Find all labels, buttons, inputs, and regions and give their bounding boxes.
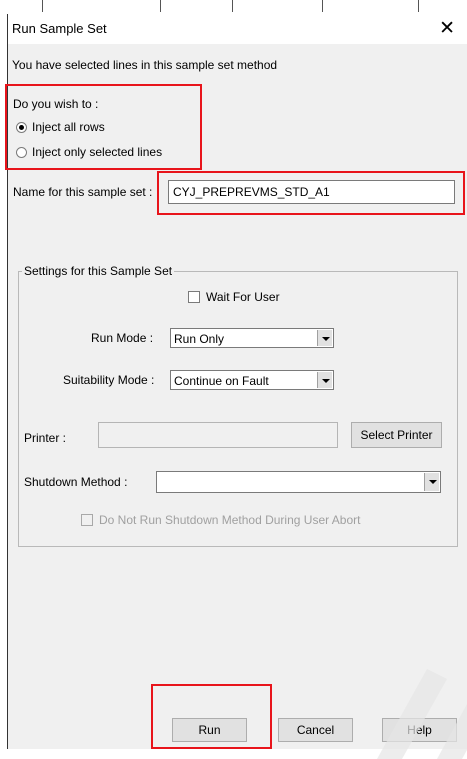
printer-label: Printer :	[24, 431, 67, 445]
wait-for-user-checkbox[interactable]	[188, 291, 200, 303]
help-button[interactable]: Help	[382, 718, 457, 742]
intro-text: You have selected lines in this sample s…	[12, 58, 278, 72]
background-ruler	[0, 0, 467, 14]
ruler-tick	[160, 0, 161, 12]
close-icon[interactable]: ✕	[439, 17, 455, 39]
shutdown-method-label: Shutdown Method :	[24, 475, 128, 489]
no-shutdown-on-abort-label: Do Not Run Shutdown Method During User A…	[99, 513, 361, 527]
suitability-mode-label: Suitability Mode :	[63, 373, 155, 387]
suitability-mode-value: Continue on Fault	[174, 374, 269, 388]
inject-question: Do you wish to :	[13, 97, 99, 111]
dropdown-arrow-icon[interactable]	[424, 473, 439, 491]
printer-field	[98, 422, 338, 448]
dropdown-arrow-icon[interactable]	[317, 372, 332, 388]
run-mode-select[interactable]: Run Only	[170, 328, 334, 348]
settings-group	[18, 271, 458, 547]
run-mode-label: Run Mode :	[91, 331, 154, 345]
select-printer-button[interactable]: Select Printer	[351, 422, 442, 448]
cancel-button[interactable]: Cancel	[278, 718, 353, 742]
shutdown-method-select[interactable]	[156, 471, 441, 493]
inject-all-rows-label[interactable]: Inject all rows	[32, 120, 105, 134]
ruler-tick	[42, 0, 43, 12]
ruler-tick	[322, 0, 323, 12]
inject-selected-lines-label[interactable]: Inject only selected lines	[32, 145, 162, 159]
suitability-mode-select[interactable]: Continue on Fault	[170, 370, 334, 390]
dialog-title: Run Sample Set	[12, 21, 107, 36]
inject-selected-lines-radio[interactable]	[16, 147, 27, 158]
wait-for-user-label[interactable]: Wait For User	[206, 290, 280, 304]
no-shutdown-on-abort-checkbox	[81, 514, 93, 526]
run-mode-value: Run Only	[174, 332, 225, 346]
sample-set-name-label: Name for this sample set :	[13, 185, 153, 199]
sample-set-name-input[interactable]	[168, 180, 455, 204]
dropdown-arrow-icon[interactable]	[317, 330, 332, 346]
run-sample-set-dialog: Run Sample Set ✕ You have selected lines…	[5, 14, 467, 759]
watermark-logo	[377, 669, 467, 759]
title-bar[interactable]: Run Sample Set ✕	[8, 14, 467, 44]
ruler-tick	[418, 0, 419, 12]
run-button[interactable]: Run	[172, 718, 247, 742]
inject-all-rows-radio[interactable]	[16, 122, 27, 133]
ruler-tick	[232, 0, 233, 12]
settings-group-title: Settings for this Sample Set	[22, 264, 175, 278]
